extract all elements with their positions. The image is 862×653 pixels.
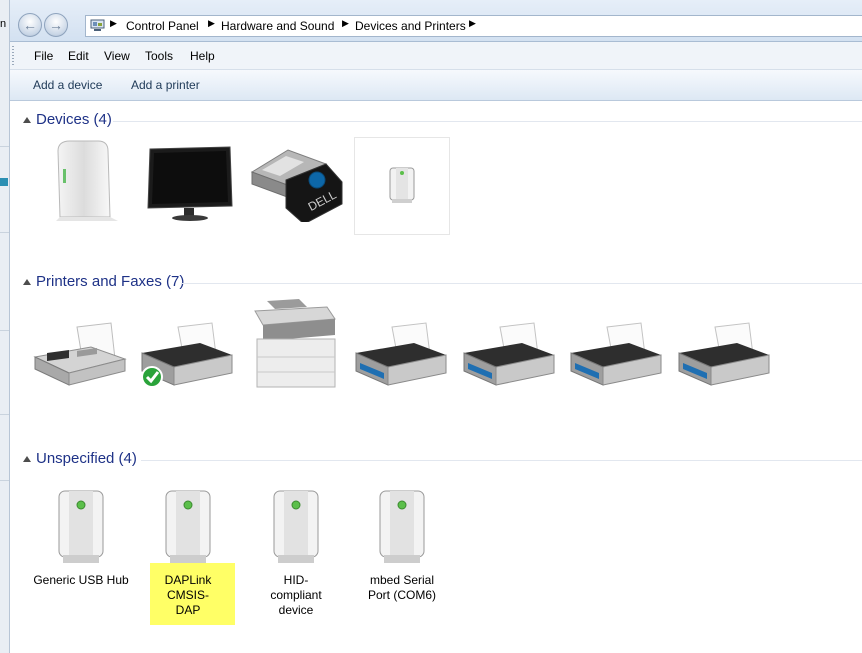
device-tile-generic-usb-hub[interactable]: Generic USB Hub <box>31 487 131 607</box>
generic-device-icon <box>389 167 415 203</box>
breadcrumb-separator-icon[interactable]: ▶ <box>110 18 117 29</box>
device-tile-daplink[interactable]: DAPLink CMSIS-DAP <box>138 487 238 617</box>
group-header-unspecified[interactable]: Unspecified (4) <box>9 449 862 471</box>
breadcrumb-separator-icon[interactable]: ▶ <box>469 18 476 29</box>
breadcrumb-separator-icon[interactable]: ▶ <box>342 18 349 29</box>
group-header-printers[interactable]: Printers and Faxes (7) <box>9 272 862 294</box>
breadcrumb[interactable]: ▶ Control Panel ▶ Hardware and Sound ▶ D… <box>85 15 862 37</box>
collapse-arrow-icon[interactable] <box>23 117 31 123</box>
control-panel-icon <box>90 19 105 31</box>
selected-device-tile[interactable] <box>354 137 450 235</box>
printer-tile[interactable] <box>567 319 667 389</box>
devices-list: Devices (4) DELL Printers and Faxes (7) … <box>9 101 862 653</box>
fax-icon <box>33 322 127 386</box>
collapse-arrow-icon[interactable] <box>23 279 31 285</box>
multifunction-printer-icon <box>254 299 336 388</box>
printer-tile[interactable] <box>352 319 452 389</box>
background-window-marker <box>0 178 8 186</box>
printer-icon <box>678 322 770 386</box>
device-tile-mbed-serial-port[interactable]: mbed Serial Port (COM6) <box>352 487 452 607</box>
generic-device-icon <box>165 490 211 563</box>
menu-bar: File Edit View Tools Help <box>9 42 862 70</box>
breadcrumb-control-panel[interactable]: Control Panel <box>126 19 199 33</box>
breadcrumb-devices-and-printers[interactable]: Devices and Printers <box>355 19 466 33</box>
device-tile-hid-compliant[interactable]: HID-compliant device <box>246 487 346 617</box>
printer-icon <box>463 322 555 386</box>
generic-device-icon <box>273 490 319 563</box>
menu-grip <box>12 46 14 65</box>
device-label: DAPLink CMSIS-DAP <box>164 573 212 617</box>
breadcrumb-separator-icon[interactable]: ▶ <box>208 18 215 29</box>
collapse-arrow-icon[interactable] <box>23 456 31 462</box>
forward-arrow-icon[interactable]: → <box>44 13 68 37</box>
address-bar: ← → ▶ Control Panel ▶ Hardware and Sound… <box>9 0 862 42</box>
printer-tile[interactable] <box>460 319 560 389</box>
menu-file[interactable]: File <box>34 49 53 63</box>
add-printer-button[interactable]: Add a printer <box>131 78 200 92</box>
device-label: Generic USB Hub <box>33 573 129 587</box>
menu-view[interactable]: View <box>104 49 130 63</box>
device-label: HID-compliant device <box>270 573 322 617</box>
menu-tools[interactable]: Tools <box>145 49 173 63</box>
group-title: Printers and Faxes (7) <box>36 273 185 290</box>
printer-icon <box>355 322 447 386</box>
monitor-icon <box>147 146 233 221</box>
back-arrow-icon[interactable]: ← <box>18 13 42 37</box>
device-tile[interactable] <box>142 137 240 233</box>
device-tile[interactable]: DELL <box>244 137 354 233</box>
background-window-text: n <box>0 18 7 30</box>
usb-receiver-icon: DELL <box>250 149 343 222</box>
background-window-edge: n <box>0 0 10 653</box>
group-title: Unspecified (4) <box>36 450 137 467</box>
device-label: mbed Serial Port (COM6) <box>367 573 436 602</box>
printer-icon <box>570 322 662 386</box>
command-bar: Add a device Add a printer <box>9 70 862 101</box>
group-header-devices[interactable]: Devices (4) <box>9 110 862 132</box>
group-title: Devices (4) <box>36 111 112 128</box>
device-tile[interactable] <box>44 137 142 233</box>
menu-help[interactable]: Help <box>190 49 215 63</box>
printer-tile[interactable] <box>33 319 133 389</box>
menu-edit[interactable]: Edit <box>68 49 89 63</box>
generic-device-icon <box>58 490 104 563</box>
add-device-button[interactable]: Add a device <box>33 78 102 92</box>
printer-tile[interactable] <box>138 319 238 389</box>
printer-tile[interactable] <box>247 297 339 389</box>
default-printer-icon <box>141 322 233 388</box>
printer-tile[interactable] <box>675 319 775 389</box>
generic-device-icon <box>379 490 425 563</box>
external-drive-icon <box>56 140 118 221</box>
breadcrumb-hardware-and-sound[interactable]: Hardware and Sound <box>221 19 334 33</box>
